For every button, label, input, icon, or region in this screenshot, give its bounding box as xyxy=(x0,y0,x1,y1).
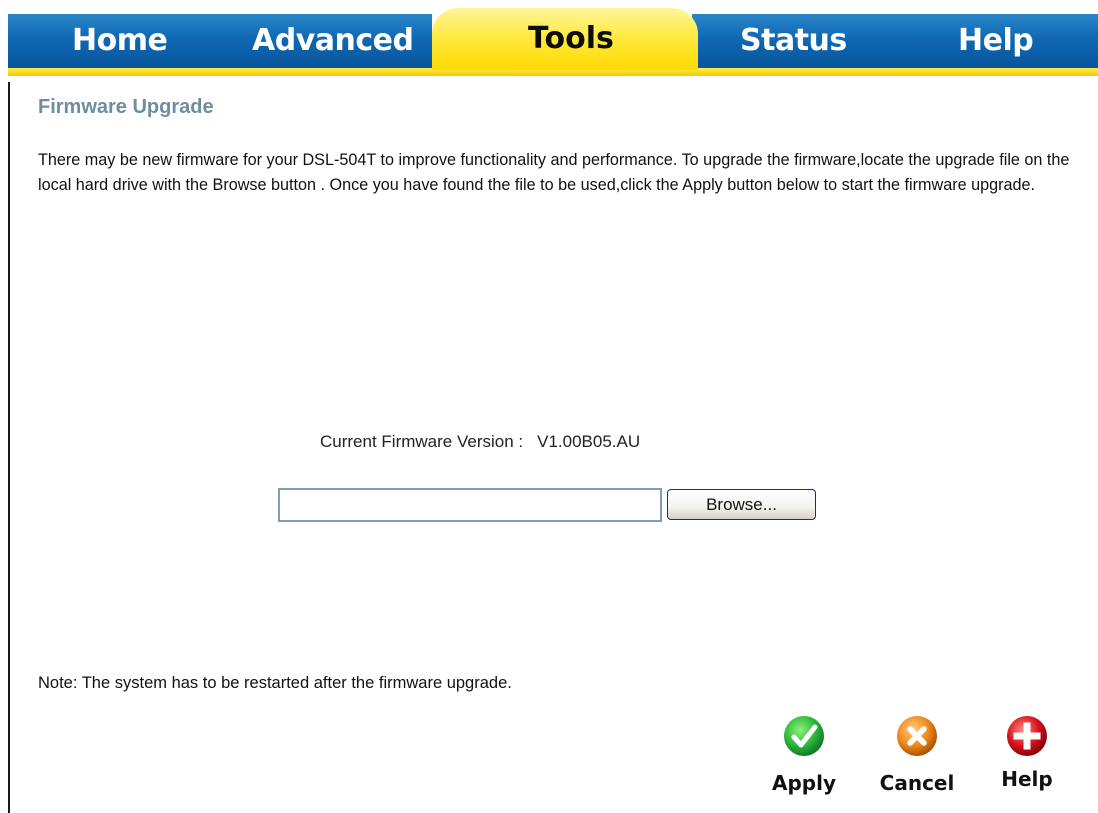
firmware-version-value: V1.00B05.AU xyxy=(537,432,641,451)
tab-help[interactable]: Help xyxy=(880,14,1098,68)
content-left-border xyxy=(8,82,10,813)
apply-button[interactable]: Apply xyxy=(759,715,849,807)
tab-home-label: Home xyxy=(72,23,168,58)
cancel-button[interactable]: Cancel xyxy=(872,715,962,807)
top-tab-bar: Home Advanced Status Help Tools xyxy=(8,6,1098,78)
cancel-label: Cancel xyxy=(879,771,955,795)
tab-home[interactable]: Home xyxy=(8,14,240,68)
firmware-version-label: Current Firmware Version : xyxy=(320,432,524,451)
tab-tools-label: Tools xyxy=(528,21,614,56)
page-frame: Home Advanced Status Help Tools Firmware… xyxy=(0,0,1098,813)
firmware-version-row: Current Firmware Version : V1.00B05.AU xyxy=(320,432,640,452)
tab-advanced[interactable]: Advanced xyxy=(240,14,432,68)
tab-help-label: Help xyxy=(958,23,1034,58)
check-icon xyxy=(784,716,824,756)
restart-note: Note: The system has to be restarted aft… xyxy=(38,674,512,692)
tab-status-label: Status xyxy=(740,23,847,58)
tab-advanced-label: Advanced xyxy=(252,23,414,58)
tab-status[interactable]: Status xyxy=(692,14,880,68)
page-description: There may be new firmware for your DSL-5… xyxy=(38,151,1070,194)
firmware-file-input[interactable] xyxy=(278,488,662,522)
help-label: Help xyxy=(1001,767,1053,791)
apply-label: Apply xyxy=(771,771,836,795)
plus-icon xyxy=(1007,716,1047,756)
page-title: Firmware Upgrade xyxy=(38,96,214,118)
browse-button[interactable]: Browse... xyxy=(667,489,816,520)
x-icon xyxy=(897,716,937,756)
help-button[interactable]: Help xyxy=(982,715,1072,807)
tab-tools[interactable]: Tools xyxy=(432,8,698,70)
